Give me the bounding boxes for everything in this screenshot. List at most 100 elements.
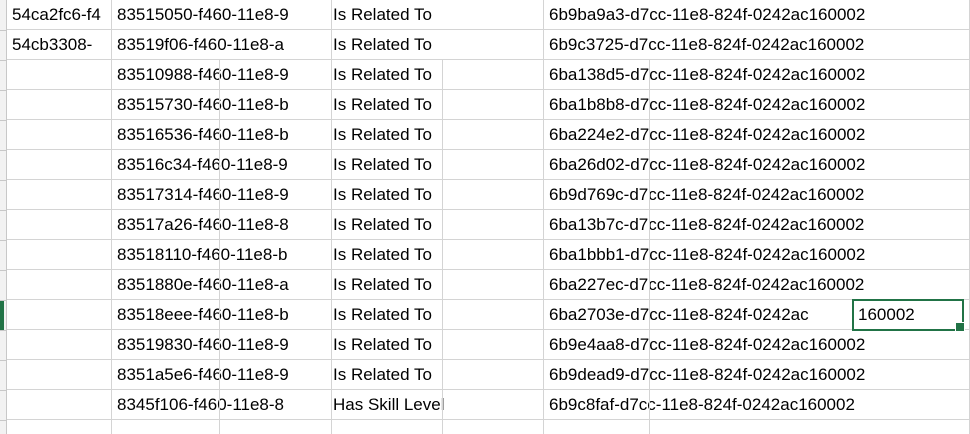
selected-row-indicator — [0, 300, 4, 330]
column-gridline — [219, 390, 220, 420]
column-a-cell[interactable] — [7, 210, 112, 240]
row-header-strip[interactable] — [0, 0, 7, 434]
column-a-cell[interactable] — [7, 150, 112, 180]
column-d-cell[interactable]: 6b9e4aa8-d7cc-11e8-824f-0242ac160002 — [544, 330, 970, 360]
column-d-cell[interactable]: 6b9c8faf-d7cc-11e8-824f-0242ac160002 — [544, 390, 970, 420]
column-gridline — [219, 330, 220, 360]
column-b-cell[interactable]: 83517a26-f460-11e8-8 — [112, 210, 332, 240]
column-d-cell[interactable]: 6b9ba9a3-d7cc-11e8-824f-0242ac160002 — [544, 0, 970, 30]
column-a-cell[interactable] — [7, 420, 112, 434]
column-b-cell[interactable]: 8345f106-f460-11e8-8 — [112, 390, 332, 420]
column-c-cell[interactable]: Is Related To — [332, 30, 544, 60]
column-a-cell[interactable] — [7, 120, 112, 150]
table-row: 83517a26-f460-11e8-8 Is Related To 6ba13b7… — [7, 210, 970, 240]
column-c-cell[interactable]: Is Related To — [332, 330, 544, 360]
row-header-divider — [0, 60, 6, 61]
row-header-divider — [0, 210, 6, 211]
column-b-cell[interactable]: 83516c34-f460-11e8-9 — [112, 150, 332, 180]
column-b-cell[interactable]: 83517314-f460-11e8-9 — [112, 180, 332, 210]
column-gridline — [219, 90, 220, 120]
column-c-cell[interactable]: Is Related To — [332, 60, 544, 90]
column-gridline — [442, 420, 443, 434]
column-b-cell[interactable] — [112, 420, 332, 434]
table-row — [7, 420, 970, 434]
column-b-cell[interactable]: 8351880e-f460-11e8-a — [112, 270, 332, 300]
column-a-cell[interactable] — [7, 390, 112, 420]
column-a-cell[interactable] — [7, 180, 112, 210]
column-gridline — [649, 330, 650, 360]
column-gridline — [219, 180, 220, 210]
column-gridline — [649, 300, 650, 330]
row-header-divider — [0, 300, 6, 301]
column-a-cell[interactable] — [7, 360, 112, 390]
table-row: 8351a5e6-f460-11e8-9 Is Related To 6b9dead… — [7, 360, 970, 390]
row-header-divider — [0, 30, 6, 31]
column-c-cell[interactable]: Is Related To — [332, 150, 544, 180]
column-gridline — [649, 150, 650, 180]
column-gridline — [442, 90, 443, 120]
column-gridline — [442, 360, 443, 390]
row-header-divider — [0, 90, 6, 91]
column-d-cell[interactable]: 6ba13b7c-d7cc-11e8-824f-0242ac160002 — [544, 210, 970, 240]
column-b-cell[interactable]: 83519f06-f460-11e8-a — [112, 30, 332, 60]
column-b-cell[interactable]: 83518eee-f460-11e8-b — [112, 300, 332, 330]
column-gridline — [219, 60, 220, 90]
table-row: 83518eee-f460-11e8-b Is Related To 6ba2703… — [7, 300, 970, 330]
selected-cell-text: 160002 — [858, 305, 915, 324]
column-b-cell[interactable]: 83510988-f460-11e8-9 — [112, 60, 332, 90]
column-gridline — [219, 120, 220, 150]
column-c-cell[interactable]: Is Related To — [332, 120, 544, 150]
row-header-divider — [0, 180, 6, 181]
column-a-cell[interactable] — [7, 300, 112, 330]
column-a-cell[interactable] — [7, 60, 112, 90]
column-d-cell[interactable]: 6b9d769c-d7cc-11e8-824f-0242ac160002 — [544, 180, 970, 210]
column-gridline — [442, 150, 443, 180]
column-c-cell[interactable]: Is Related To — [332, 360, 544, 390]
column-d-cell[interactable]: 6ba227ec-d7cc-11e8-824f-0242ac160002 — [544, 270, 970, 300]
column-c-cell[interactable]: Is Related To — [332, 90, 544, 120]
column-gridline — [442, 240, 443, 270]
table-row: 8345f106-f460-11e8-8 Has Skill Level 6b9c8… — [7, 390, 970, 420]
column-d-cell[interactable]: 6ba138d5-d7cc-11e8-824f-0242ac160002 — [544, 60, 970, 90]
column-c-cell[interactable]: Is Related To — [332, 180, 544, 210]
fill-handle[interactable] — [955, 322, 965, 332]
column-d-cell[interactable]: 6ba224e2-d7cc-11e8-824f-0242ac160002 — [544, 120, 970, 150]
column-d-cell[interactable]: 6ba1b8b8-d7cc-11e8-824f-0242ac160002 — [544, 90, 970, 120]
column-c-cell[interactable]: Is Related To — [332, 300, 544, 330]
column-gridline — [442, 330, 443, 360]
column-d-cell[interactable]: 6b9dead9-d7cc-11e8-824f-0242ac160002 — [544, 360, 970, 390]
column-b-cell[interactable]: 83515050-f460-11e8-9 — [112, 0, 332, 30]
column-c-cell[interactable]: Is Related To — [332, 210, 544, 240]
column-b-cell[interactable]: 83516536-f460-11e8-b — [112, 120, 332, 150]
column-b-cell[interactable]: 83519830-f460-11e8-9 — [112, 330, 332, 360]
column-a-cell[interactable] — [7, 330, 112, 360]
column-a-cell[interactable]: 54ca2fc6-f4 — [7, 0, 112, 30]
column-gridline — [442, 210, 443, 240]
column-d-cell[interactable]: 6ba1bbb1-d7cc-11e8-824f-0242ac160002 — [544, 240, 970, 270]
column-b-cell[interactable]: 8351a5e6-f460-11e8-9 — [112, 360, 332, 390]
row-header-divider — [0, 360, 6, 361]
table-row: 83516536-f460-11e8-b Is Related To 6ba224e… — [7, 120, 970, 150]
column-d-cell[interactable]: 6ba26d02-d7cc-11e8-824f-0242ac160002 — [544, 150, 970, 180]
column-b-cell[interactable]: 83515730-f460-11e8-b — [112, 90, 332, 120]
column-d-cell[interactable] — [544, 420, 970, 434]
selected-cell[interactable]: 160002 — [852, 299, 964, 331]
table-row: 83517314-f460-11e8-9 Is Related To 6b9d769… — [7, 180, 970, 210]
column-c-cell[interactable]: Has Skill Level — [332, 390, 544, 420]
column-gridline — [442, 120, 443, 150]
column-a-cell[interactable] — [7, 240, 112, 270]
column-d-cell[interactable]: 6b9c3725-d7cc-11e8-824f-0242ac160002 — [544, 30, 970, 60]
column-a-cell[interactable] — [7, 270, 112, 300]
column-a-cell[interactable]: 54cb3308- — [7, 30, 112, 60]
column-c-cell[interactable]: Is Related To — [332, 270, 544, 300]
column-c-cell[interactable]: Is Related To — [332, 240, 544, 270]
column-c-cell[interactable] — [332, 420, 544, 434]
column-gridline — [649, 390, 650, 420]
column-a-cell[interactable] — [7, 90, 112, 120]
column-gridline — [219, 270, 220, 300]
column-c-cell[interactable]: Is Related To — [332, 0, 544, 30]
table-row: 54ca2fc6-f4 83515050-f460-11e8-9 Is Relate… — [7, 0, 970, 30]
column-b-cell[interactable]: 83518110-f460-11e8-b — [112, 240, 332, 270]
column-gridline — [649, 360, 650, 390]
table-row: 8351880e-f460-11e8-a Is Related To 6ba227e… — [7, 270, 970, 300]
